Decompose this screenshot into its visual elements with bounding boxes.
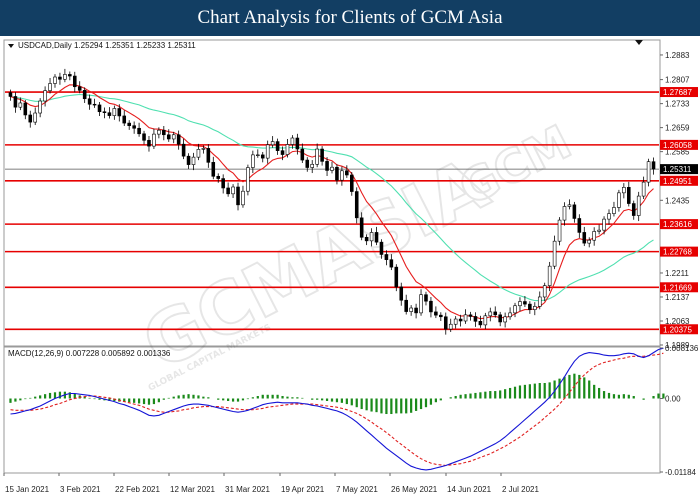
price-tick-label: 1.2435 <box>665 196 690 205</box>
candle <box>246 164 250 196</box>
chart-area: GCMASIA GLOBAL CAPITAL MARKETS GCM 1.288… <box>0 36 700 500</box>
level-tag-label: 1.21669 <box>663 283 692 292</box>
date-tick-label: 2 Jul 2021 <box>502 485 539 494</box>
candle <box>646 158 651 187</box>
date-tick-label: 12 Mar 2021 <box>170 485 215 494</box>
level-tag-label: 1.23616 <box>663 220 692 229</box>
date-tick-label: 19 Apr 2021 <box>281 485 325 494</box>
symbol-label: USDCAD,Daily 1.25294 1.25351 1.25233 1.2… <box>18 41 196 50</box>
level-tag-label: 1.22768 <box>663 248 692 257</box>
level-tag-label: 1.20375 <box>663 325 692 334</box>
level-tag-label: 1.27687 <box>663 88 692 97</box>
date-tick-label: 7 May 2021 <box>336 485 378 494</box>
macd-tick-label: 0.00 <box>665 395 681 404</box>
macd-tick-label: 0.008136 <box>665 344 699 353</box>
page-title: Chart Analysis for Clients of GCM Asia <box>0 0 700 36</box>
date-tick-label: 15 Jan 2021 <box>5 485 50 494</box>
price-tick-label: 1.2137 <box>665 293 690 302</box>
level-tag-label: 1.26058 <box>663 141 692 150</box>
candle <box>394 264 399 292</box>
price-tick-label: 1.2807 <box>665 76 690 85</box>
macd-tick-label: -0.01184 <box>665 468 697 477</box>
price-tick-label: 1.2659 <box>665 124 690 133</box>
date-tick-label: 3 Feb 2021 <box>60 485 101 494</box>
candle <box>354 187 359 224</box>
price-tick-label: 1.2883 <box>665 51 690 60</box>
price-tick-label: 1.2733 <box>665 100 690 109</box>
price-tick-label: 1.2211 <box>665 269 689 278</box>
date-tick-label: 31 Mar 2021 <box>225 485 270 494</box>
level-tag-label: 1.24951 <box>663 177 692 186</box>
date-tick-label: 14 Jun 2021 <box>447 485 492 494</box>
current-price-label: 1.25311 <box>663 165 692 174</box>
date-tick-label: 22 Feb 2021 <box>115 485 160 494</box>
date-tick-label: 26 May 2021 <box>391 485 438 494</box>
candle <box>557 217 562 246</box>
macd-label: MACD(12,26,9) 0.007228 0.005892 0.001336 <box>8 349 171 358</box>
